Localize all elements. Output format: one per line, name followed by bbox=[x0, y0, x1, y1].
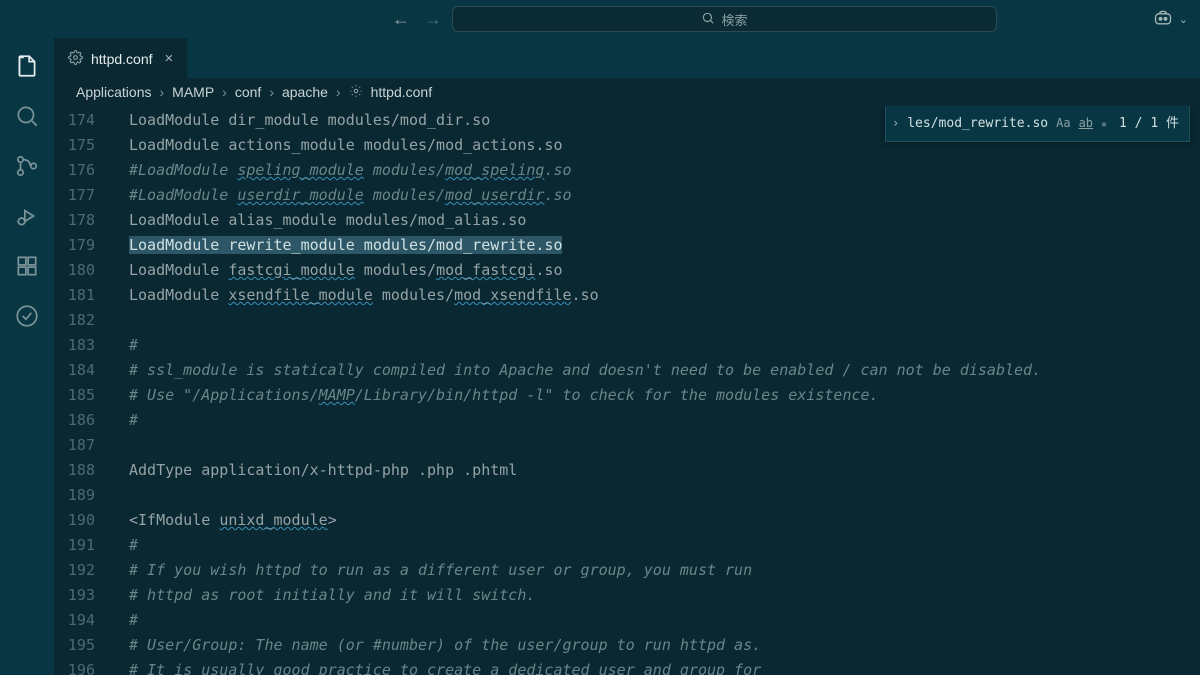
match-case-toggle[interactable]: Aa bbox=[1056, 111, 1070, 136]
extensions-icon[interactable] bbox=[13, 252, 41, 280]
title-bar: ← → 検索 ⌄ bbox=[0, 0, 1200, 38]
code-line[interactable]: # bbox=[129, 608, 1200, 633]
search-activity-icon[interactable] bbox=[13, 102, 41, 130]
chevron-down-icon[interactable]: ⌄ bbox=[1179, 13, 1188, 26]
check-circle-icon[interactable] bbox=[13, 302, 41, 330]
line-number: 192 bbox=[54, 558, 95, 583]
code-line[interactable]: #LoadModule speling_module modules/mod_s… bbox=[129, 158, 1200, 183]
find-widget: › les/mod_rewrite.so Aa ab ⁎ 1 / 1 件 bbox=[885, 106, 1190, 142]
tab-label: httpd.conf bbox=[91, 51, 153, 67]
line-number: 183 bbox=[54, 333, 95, 358]
chevron-right-icon: › bbox=[160, 84, 165, 100]
nav-back-icon[interactable]: ← bbox=[392, 9, 410, 30]
code-line[interactable]: # If you wish httpd to run as a differen… bbox=[129, 558, 1200, 583]
code-lines[interactable]: LoadModule dir_module modules/mod_dir.so… bbox=[117, 106, 1200, 675]
line-number: 182 bbox=[54, 308, 95, 333]
search-placeholder: 検索 bbox=[721, 10, 747, 29]
code-line[interactable]: AddType application/x-httpd-php .php .ph… bbox=[129, 458, 1200, 483]
code-line[interactable] bbox=[129, 433, 1200, 458]
main-area: httpd.conf × Applications › MAMP › conf … bbox=[0, 38, 1200, 675]
line-number: 178 bbox=[54, 208, 95, 233]
chevron-right-icon: › bbox=[269, 84, 274, 100]
line-number: 193 bbox=[54, 583, 95, 608]
code-line[interactable]: # Use "/Applications/MAMP/Library/bin/ht… bbox=[129, 383, 1200, 408]
line-number: 176 bbox=[54, 158, 95, 183]
nav-arrows: ← → bbox=[392, 9, 442, 30]
command-search[interactable]: 検索 bbox=[452, 6, 997, 32]
code-line[interactable]: LoadModule xsendfile_module modules/mod_… bbox=[129, 283, 1200, 308]
line-number: 186 bbox=[54, 408, 95, 433]
line-number: 181 bbox=[54, 283, 95, 308]
breadcrumb-part[interactable]: httpd.conf bbox=[371, 84, 433, 100]
line-number: 179 bbox=[54, 233, 95, 258]
line-number-gutter: 1741751761771781791801811821831841851861… bbox=[54, 106, 117, 675]
line-number: 175 bbox=[54, 133, 95, 158]
chevron-right-icon: › bbox=[222, 84, 227, 100]
line-number: 189 bbox=[54, 483, 95, 508]
code-line[interactable]: # ssl_module is statically compiled into… bbox=[129, 358, 1200, 383]
line-number: 185 bbox=[54, 383, 95, 408]
line-number: 194 bbox=[54, 608, 95, 633]
chevron-right-icon[interactable]: › bbox=[892, 111, 899, 136]
line-number: 177 bbox=[54, 183, 95, 208]
find-input[interactable]: les/mod_rewrite.so bbox=[907, 111, 1048, 136]
regex-toggle[interactable]: ⁎ bbox=[1101, 111, 1107, 136]
title-right: ⌄ bbox=[1153, 8, 1188, 31]
gear-icon bbox=[68, 50, 83, 68]
code-line[interactable]: # bbox=[129, 408, 1200, 433]
tabs-row: httpd.conf × bbox=[54, 38, 1200, 78]
line-number: 188 bbox=[54, 458, 95, 483]
find-count: 1 / 1 件 bbox=[1119, 111, 1179, 136]
code-line[interactable]: <IfModule unixd_module> bbox=[129, 508, 1200, 533]
line-number: 196 bbox=[54, 658, 95, 675]
line-number: 174 bbox=[54, 108, 95, 133]
explorer-icon[interactable] bbox=[13, 52, 41, 80]
line-number: 195 bbox=[54, 633, 95, 658]
code-editor[interactable]: 1741751761771781791801811821831841851861… bbox=[54, 106, 1200, 675]
line-number: 180 bbox=[54, 258, 95, 283]
chevron-right-icon: › bbox=[336, 84, 341, 100]
editor-area: httpd.conf × Applications › MAMP › conf … bbox=[54, 38, 1200, 675]
copilot-icon[interactable] bbox=[1153, 8, 1173, 31]
code-line[interactable]: LoadModule rewrite_module modules/mod_re… bbox=[129, 233, 1200, 258]
gear-icon bbox=[349, 84, 363, 101]
run-debug-icon[interactable] bbox=[13, 202, 41, 230]
search-icon bbox=[701, 11, 715, 28]
breadcrumb-part[interactable]: MAMP bbox=[172, 84, 214, 100]
code-line[interactable]: # bbox=[129, 533, 1200, 558]
code-line[interactable]: # httpd as root initially and it will sw… bbox=[129, 583, 1200, 608]
code-line[interactable]: LoadModule alias_module modules/mod_alia… bbox=[129, 208, 1200, 233]
breadcrumb-part[interactable]: conf bbox=[235, 84, 261, 100]
line-number: 187 bbox=[54, 433, 95, 458]
close-icon[interactable]: × bbox=[165, 50, 174, 67]
code-line[interactable]: LoadModule fastcgi_module modules/mod_fa… bbox=[129, 258, 1200, 283]
whole-word-toggle[interactable]: ab bbox=[1079, 111, 1093, 136]
activity-bar bbox=[0, 38, 54, 675]
code-line[interactable]: #LoadModule userdir_module modules/mod_u… bbox=[129, 183, 1200, 208]
line-number: 191 bbox=[54, 533, 95, 558]
breadcrumb-part[interactable]: apache bbox=[282, 84, 328, 100]
source-control-icon[interactable] bbox=[13, 152, 41, 180]
line-number: 184 bbox=[54, 358, 95, 383]
code-line[interactable]: # bbox=[129, 333, 1200, 358]
nav-forward-icon[interactable]: → bbox=[424, 9, 442, 30]
tab-httpd-conf[interactable]: httpd.conf × bbox=[54, 38, 187, 78]
breadcrumb[interactable]: Applications › MAMP › conf › apache › ht… bbox=[54, 78, 1200, 106]
code-line[interactable] bbox=[129, 308, 1200, 333]
line-number: 190 bbox=[54, 508, 95, 533]
breadcrumb-part[interactable]: Applications bbox=[76, 84, 152, 100]
code-line[interactable]: # User/Group: The name (or #number) of t… bbox=[129, 633, 1200, 658]
code-line[interactable]: # It is usually good practice to create … bbox=[129, 658, 1200, 675]
code-line[interactable] bbox=[129, 483, 1200, 508]
